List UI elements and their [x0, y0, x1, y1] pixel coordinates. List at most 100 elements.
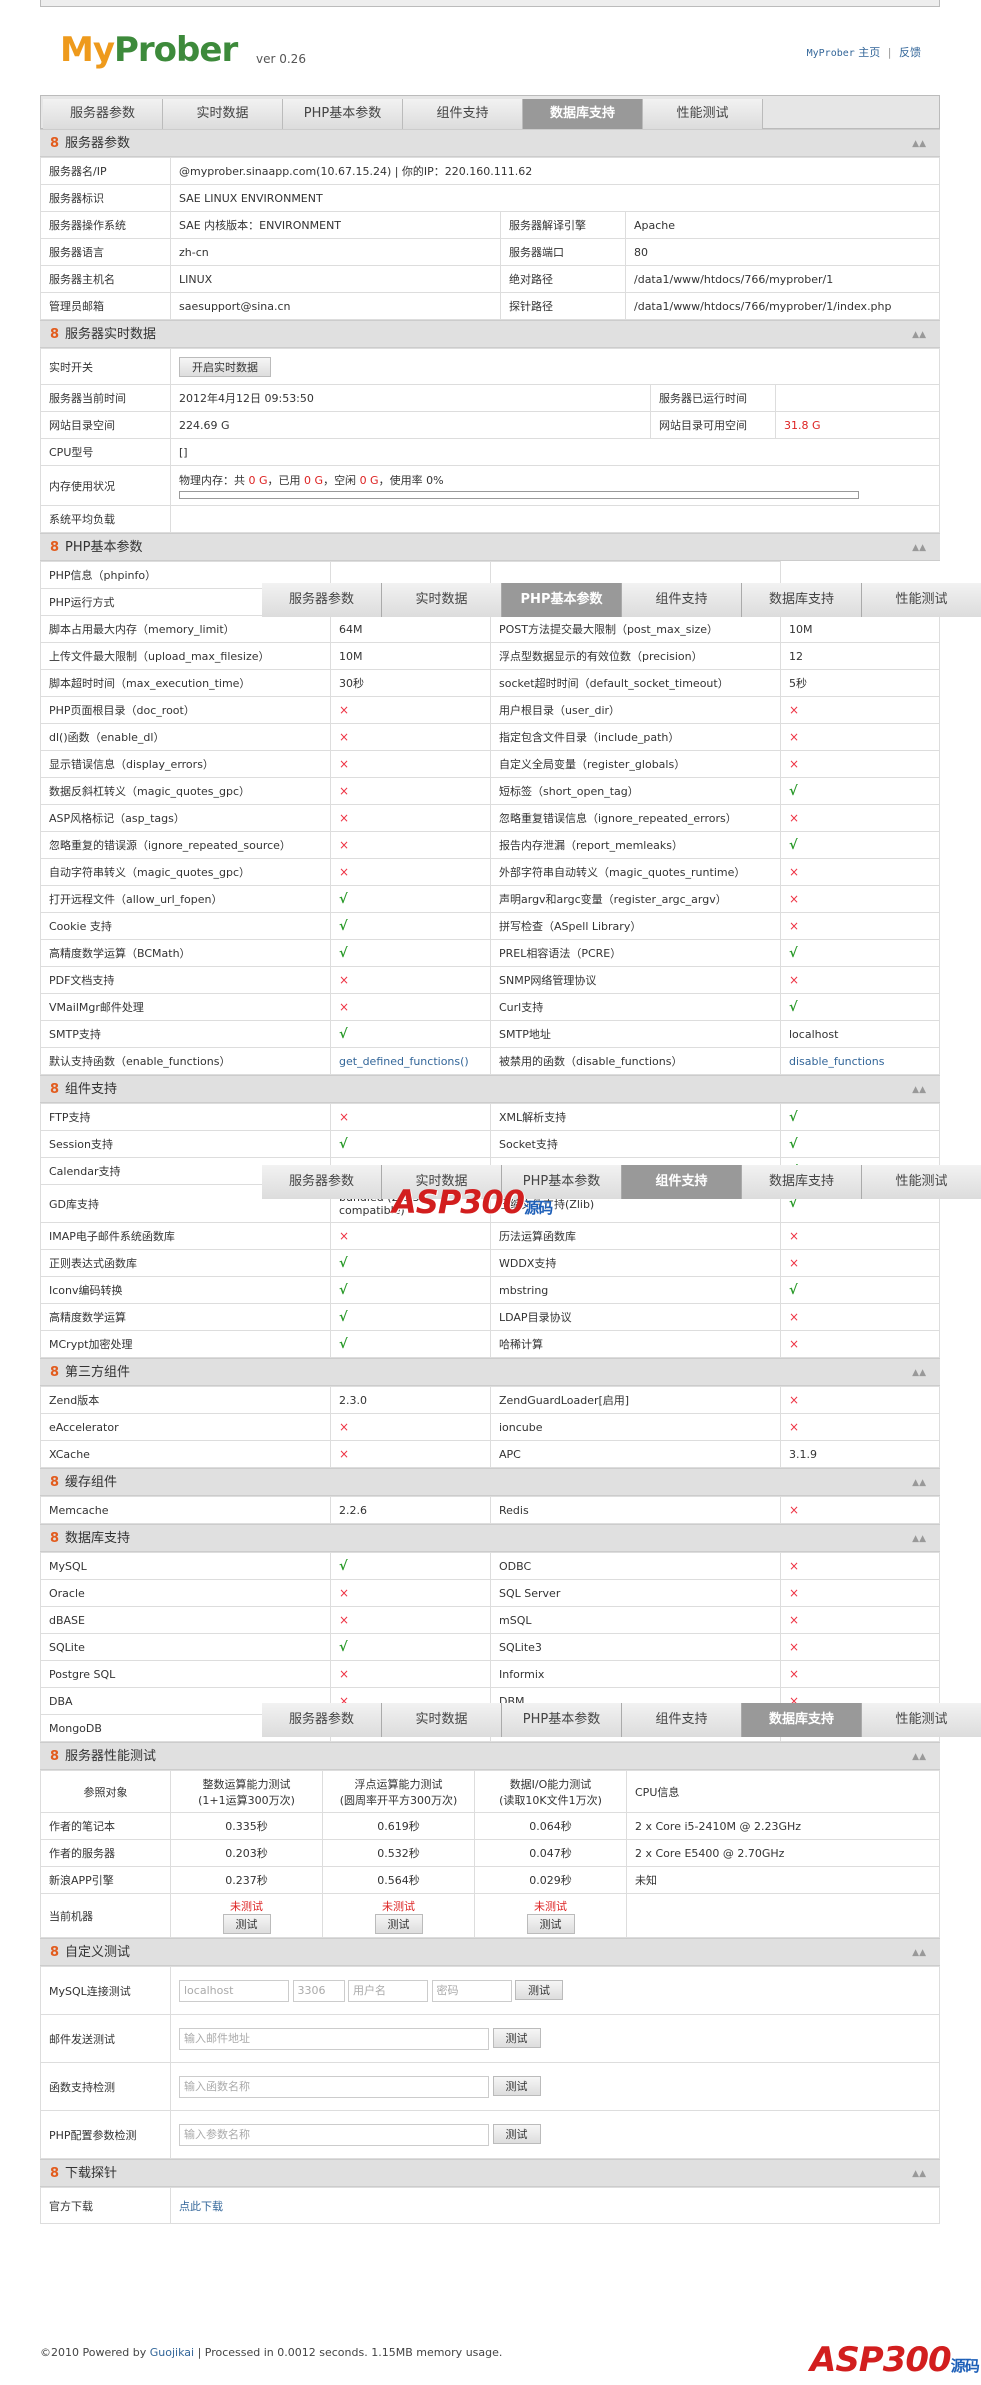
function-test-button[interactable]: 测试 [492, 2075, 541, 2096]
php-row: SMTP支持 √ SMTP地址 localhost [40, 1020, 940, 1048]
cell-text: SQL Server [499, 1586, 561, 1600]
section-server[interactable]: 8 服务器参数 ▲▲ [40, 129, 940, 157]
ftab-performance[interactable]: 性能测试 [862, 583, 981, 617]
tab-performance[interactable]: 性能测试 [643, 99, 763, 129]
cell-text: 高精度数学运算 [49, 1311, 126, 1324]
download-link[interactable]: 点此下载 [179, 2200, 223, 2213]
tab-php[interactable]: PHP基本参数 [283, 99, 403, 129]
functions-link[interactable]: disable_functions [789, 1055, 884, 1068]
cell-text: 3.1.9 [789, 1447, 817, 1461]
section-components[interactable]: 8 组件支持 ▲▲ [40, 1075, 940, 1103]
mysql-host-input[interactable]: localhost [179, 1979, 289, 2002]
ftab3-components[interactable]: 组件支持 [622, 1703, 742, 1737]
third-party-table: Zend版本 2.3.0 ZendGuardLoader[启用] × eAccelera… [40, 1386, 940, 1468]
cell-text: SMTP地址 [499, 1028, 551, 1041]
tab-realtime[interactable]: 实时数据 [163, 99, 283, 129]
cross-icon: × [339, 1420, 350, 1434]
link-feedback[interactable]: 反馈 [899, 46, 921, 59]
ftab2-components[interactable]: 组件支持 [622, 1165, 742, 1199]
mysql-port-input[interactable]: 3306 [292, 1979, 345, 2002]
php-row: 上传文件最大限制（upload_max_filesize） 10M 浮点型数据显示的… [40, 642, 940, 670]
mysql-test-button[interactable]: 测试 [515, 1979, 563, 2000]
cross-icon: × [339, 1667, 350, 1681]
mysql-user-input[interactable]: 用户名 [348, 1979, 428, 2002]
ftab2-database[interactable]: 数据库支持 [742, 1165, 862, 1199]
int-test-button[interactable]: 测试 [222, 1913, 271, 1934]
ftab-components[interactable]: 组件支持 [622, 583, 742, 617]
ftab-database[interactable]: 数据库支持 [742, 583, 862, 617]
float-test-button[interactable]: 测试 [374, 1913, 423, 1934]
ftab3-realtime[interactable]: 实时数据 [382, 1703, 502, 1737]
cross-icon: × [789, 1393, 800, 1407]
cell-text: ODBC [499, 1559, 532, 1573]
logo: MyProber [60, 30, 238, 70]
cell-text: FTP支持 [49, 1111, 91, 1124]
section-realtime[interactable]: 8 服务器实时数据 ▲▲ [40, 320, 940, 348]
cache-row: Memcache 2.2.6 Redis × [40, 1496, 940, 1524]
cross-icon: × [339, 865, 350, 879]
section-custom[interactable]: 8 自定义测试 ▲▲ [40, 1938, 940, 1966]
config-test-button[interactable]: 测试 [492, 2123, 541, 2144]
function-input[interactable]: 输入函数名称 [179, 2075, 489, 2098]
cell-text: Cookie 支持 [49, 920, 112, 933]
php-row: PDF文档支持 × SNMP网络管理协议 × [40, 966, 940, 994]
cell-text: 2.3.0 [339, 1393, 367, 1407]
cell-text: SNMP网络管理协议 [499, 974, 597, 987]
check-icon: √ [789, 1136, 798, 1152]
php-row: Cookie 支持 √ 拼写检查（ASpell Library） × [40, 912, 940, 940]
cell-text: Iconv编码转换 [49, 1284, 123, 1297]
cache-table: Memcache 2.2.6 Redis × [40, 1496, 940, 1524]
cell-text: IMAP电子邮件系统函数库 [49, 1230, 175, 1243]
section-php[interactable]: 8 PHP基本参数 ▲▲ [40, 533, 940, 561]
ftab3-php[interactable]: PHP基本参数 [502, 1703, 622, 1737]
ftab-server[interactable]: 服务器参数 [262, 583, 382, 617]
mail-test-button[interactable]: 测试 [492, 2027, 541, 2048]
io-test-button[interactable]: 测试 [526, 1913, 575, 1934]
cell-text: 用户根目录（user_dir） [499, 704, 621, 717]
ftab-realtime[interactable]: 实时数据 [382, 583, 502, 617]
cross-icon: × [339, 784, 350, 798]
section-database[interactable]: 8 数据库支持 ▲▲ [40, 1524, 940, 1552]
cell-text: 报告内存泄漏（report_memleaks） [499, 839, 683, 852]
custom-table: MySQL连接测试 localhost 3306 用户名 密码 测试 邮件发送测… [40, 1966, 940, 2159]
tab-components[interactable]: 组件支持 [403, 99, 523, 129]
ftab2-performance[interactable]: 性能测试 [862, 1165, 981, 1199]
cross-icon: × [789, 757, 800, 771]
ftab3-performance[interactable]: 性能测试 [862, 1703, 981, 1737]
author-link[interactable]: Guojikai [150, 2346, 194, 2359]
cell-text: 5秒 [789, 677, 807, 690]
ftab-php[interactable]: PHP基本参数 [502, 583, 622, 617]
component-row: 高精度数学运算 √ LDAP目录协议 × [40, 1303, 940, 1331]
ftab2-server[interactable]: 服务器参数 [262, 1165, 382, 1199]
memory-usage-bar [179, 491, 859, 499]
cell-text: APC [499, 1447, 521, 1461]
cell-text: 脚本超时时间（max_execution_time） [49, 677, 251, 690]
cell-text: dl()函数（enable_dl） [49, 731, 165, 744]
cell-text: Memcache [49, 1503, 109, 1517]
tab-server[interactable]: 服务器参数 [43, 99, 163, 129]
section-cache[interactable]: 8 缓存组件 ▲▲ [40, 1468, 940, 1496]
section-download[interactable]: 8 下载探针 ▲▲ [40, 2159, 940, 2187]
ftab3-server[interactable]: 服务器参数 [262, 1703, 382, 1737]
php-row: ASP风格标记（asp_tags） × 忽略重复错误信息（ignore_repeat… [40, 804, 940, 832]
section-third-party[interactable]: 8 第三方组件 ▲▲ [40, 1358, 940, 1386]
php-row: dl()函数（enable_dl） × 指定包含文件目录（include_path）… [40, 723, 940, 751]
functions-link[interactable]: get_defined_functions() [339, 1055, 469, 1068]
tab-database[interactable]: 数据库支持 [523, 99, 643, 129]
section-performance[interactable]: 8 服务器性能测试 ▲▲ [40, 1742, 940, 1770]
link-myprober[interactable]: MyProber [807, 48, 855, 59]
cross-icon: × [339, 1229, 350, 1243]
cell-text: 数据反斜杠转义（magic_quotes_gpc） [49, 785, 251, 798]
third-party-row: XCache × APC 3.1.9 [40, 1440, 940, 1468]
ftab3-database[interactable]: 数据库支持 [742, 1703, 862, 1737]
config-input[interactable]: 输入参数名称 [179, 2123, 489, 2146]
third-party-row: Zend版本 2.3.0 ZendGuardLoader[启用] × [40, 1386, 940, 1414]
realtime-toggle-button[interactable]: 开启实时数据 [179, 356, 271, 377]
mysql-pass-input[interactable]: 密码 [431, 1979, 512, 2002]
link-home[interactable]: 主页 [858, 46, 880, 59]
cell-text: XCache [49, 1447, 90, 1461]
cell-text: MySQL [49, 1559, 87, 1573]
cell-text: Session支持 [49, 1138, 113, 1151]
mail-input[interactable]: 输入邮件地址 [179, 2027, 489, 2050]
cross-icon: × [789, 703, 800, 717]
